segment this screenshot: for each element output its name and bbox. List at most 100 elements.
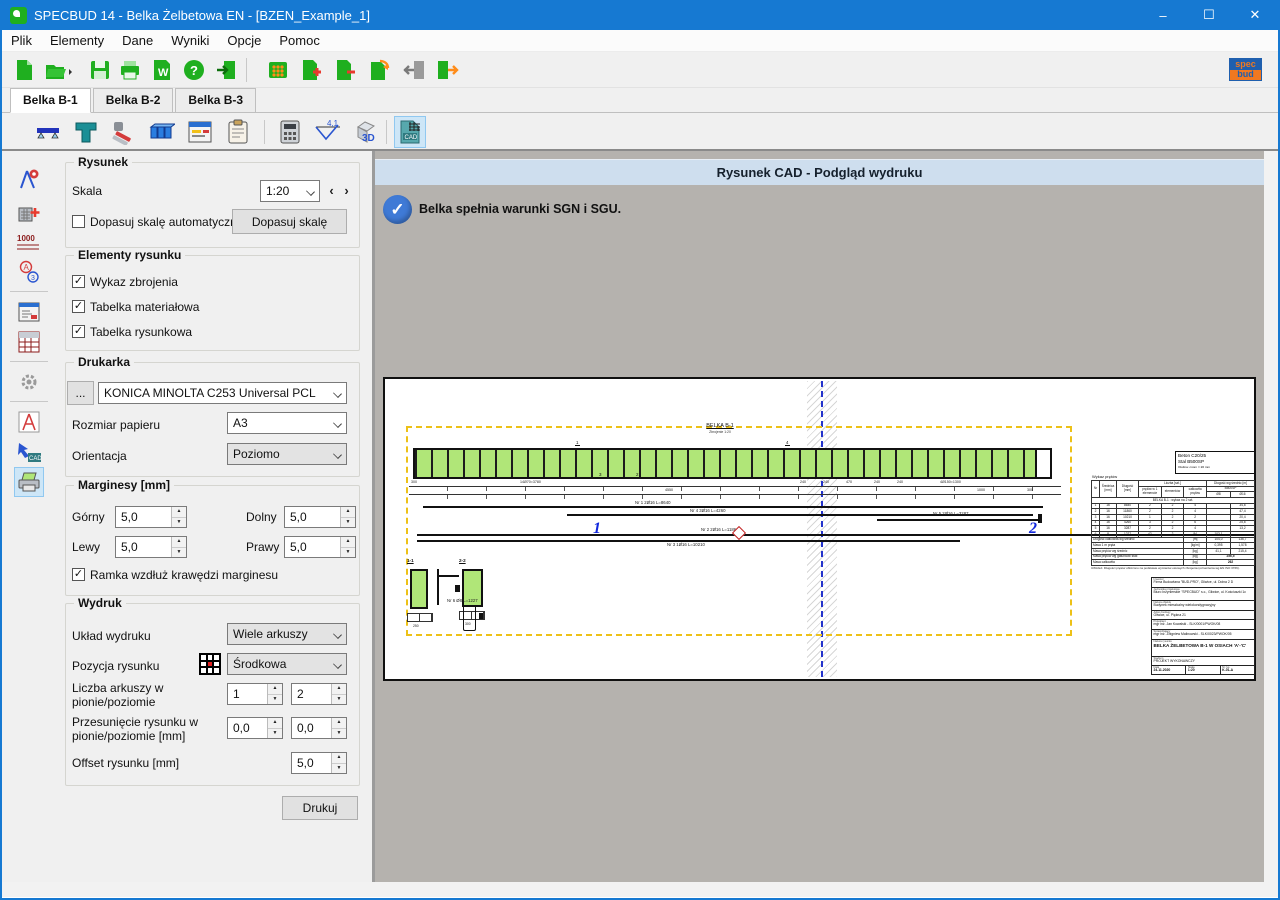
title-block-row: InwestorFirma Budowlana "BUD-PRO", Gliwi…	[1152, 578, 1254, 588]
position-grid-icon	[199, 653, 221, 675]
dimensions-button[interactable]: 1000	[14, 227, 44, 257]
minimize-button[interactable]: –	[1140, 0, 1186, 30]
geometry-button[interactable]	[32, 116, 64, 148]
materials-button[interactable]	[108, 116, 140, 148]
cad-drawing-button[interactable]: CAD	[394, 116, 426, 148]
results-diagram-button[interactable]: 4,1	[312, 116, 344, 148]
sheets-vertical-spinner[interactable]: 1▲▼	[227, 683, 283, 705]
next-element-button[interactable]	[434, 56, 462, 84]
menu-elementy[interactable]: Elementy	[41, 31, 113, 50]
print-preview-sheet[interactable]: BELKA B-1 Zbrojenie 1:20 1 4 3 2 300 14Ø…	[383, 377, 1256, 681]
copy-element-button[interactable]	[366, 56, 394, 84]
offset-spinner[interactable]: 5,0▲▼	[291, 752, 347, 774]
labels-icon: A3	[17, 260, 41, 284]
rebar-schedule-note: UWAGA: Długości prętów obliczono na pods…	[1091, 567, 1255, 571]
svg-text:4,1: 4,1	[327, 119, 339, 128]
fit-scale-button[interactable]: Dopasuj skalę	[232, 209, 347, 234]
margin-left-spinner[interactable]: 5,0▲▼	[115, 536, 187, 558]
svg-text:W: W	[158, 67, 169, 79]
margin-top-label: Górny	[72, 510, 105, 524]
rebar-table-button[interactable]	[14, 327, 44, 357]
margin-right-spinner[interactable]: 5,0▲▼	[284, 536, 356, 558]
drawing-window-button[interactable]	[14, 297, 44, 327]
shift-vertical-spinner[interactable]: 0,0▲▼	[227, 717, 283, 739]
next-element-icon	[436, 59, 460, 81]
printer-combo[interactable]: KONICA MINOLTA C253 Universal PCL	[98, 382, 347, 404]
export-word-button[interactable]: W	[148, 56, 176, 84]
drawing-settings-button[interactable]	[14, 165, 44, 195]
svg-text:A: A	[24, 263, 30, 272]
section-button[interactable]	[70, 116, 102, 148]
tabelka-rysunkowa-checkbox[interactable]	[72, 325, 85, 338]
menu-plik[interactable]: Plik	[2, 31, 41, 50]
menu-opcje[interactable]: Opcje	[218, 31, 270, 50]
cad-export-button[interactable]: CAD	[14, 437, 44, 467]
drawing-title-block: InwestorFirma Budowlana "BUD-PRO", Gliwi…	[1151, 577, 1255, 675]
close-button[interactable]: ✕	[1232, 0, 1278, 30]
orientation-combo[interactable]: Poziomo	[227, 443, 347, 465]
shift-horizontal-spinner[interactable]: 0,0▲▼	[291, 717, 347, 739]
add-drawing-button[interactable]	[14, 197, 44, 227]
help-icon: ?	[183, 59, 205, 81]
rebar-line	[423, 506, 1043, 508]
paper-size-combo[interactable]: A3	[227, 412, 347, 434]
sheets-horizontal-spinner[interactable]: 2▲▼	[291, 683, 347, 705]
print-preview-button[interactable]	[14, 467, 44, 497]
tab-belka-b1[interactable]: Belka B-1	[10, 88, 91, 113]
section-mark: 3	[598, 472, 603, 478]
margin-bottom-label: Dolny	[246, 510, 277, 524]
new-file-button[interactable]	[10, 56, 38, 84]
print-button[interactable]	[116, 56, 144, 84]
dimension-line	[409, 486, 1061, 491]
spin-down-icon: ▼	[332, 728, 346, 739]
loads-dialog-button[interactable]	[184, 116, 216, 148]
group-rysunek-title: Rysunek	[74, 155, 132, 169]
menu-pomoc[interactable]: Pomoc	[270, 31, 328, 50]
menu-wyniki[interactable]: Wyniki	[162, 31, 218, 50]
dimension-text: 240	[874, 480, 880, 484]
tabelka-materialowa-checkbox[interactable]	[72, 300, 85, 313]
compass-gear-icon	[17, 168, 41, 192]
labels-button[interactable]: A3	[14, 257, 44, 287]
tabelka-rysunkowa-label: Tabelka rysunkowa	[90, 325, 192, 339]
svg-text:CAD: CAD	[405, 135, 418, 141]
dimension-text: 240	[897, 480, 903, 484]
table-sum-row: Masa całkowita[kg]262	[1092, 560, 1255, 566]
auto-scale-checkbox[interactable]	[72, 215, 85, 228]
calculation-button[interactable]	[274, 116, 306, 148]
exit-button[interactable]	[212, 56, 240, 84]
maximize-button[interactable]: ☐	[1186, 0, 1232, 30]
save-button[interactable]	[86, 56, 114, 84]
print-button-main[interactable]: Drukuj	[282, 796, 358, 820]
wykaz-zbrojenia-checkbox[interactable]	[72, 275, 85, 288]
skala-combo[interactable]: 1:20	[260, 180, 320, 202]
add-element-button[interactable]	[298, 56, 326, 84]
spin-down-icon: ▼	[341, 517, 355, 528]
remove-element-button[interactable]	[332, 56, 360, 84]
layout-combo[interactable]: Wiele arkuszy	[227, 623, 347, 645]
view-3d-button[interactable]: 3D	[350, 116, 382, 148]
group-elementy-title: Elementy rysunku	[74, 248, 185, 262]
position-combo[interactable]: Środkowa	[227, 653, 347, 675]
open-file-button[interactable]	[42, 56, 78, 84]
elements-list-button[interactable]	[264, 56, 292, 84]
menu-dane[interactable]: Dane	[113, 31, 162, 50]
tab-belka-b2[interactable]: Belka B-2	[93, 88, 174, 112]
spans-3d-button[interactable]	[146, 116, 178, 148]
section-mark: 1	[575, 440, 580, 446]
margin-bottom-spinner[interactable]: 5,0▲▼	[284, 506, 356, 528]
frame-checkbox[interactable]	[72, 568, 85, 581]
skala-prev-button[interactable]: ‹	[325, 181, 338, 201]
drawing-tools-button[interactable]	[14, 407, 44, 437]
previous-element-button[interactable]	[400, 56, 428, 84]
notes-button[interactable]	[222, 116, 254, 148]
settings-button[interactable]	[14, 367, 44, 397]
tab-belka-b3[interactable]: Belka B-3	[175, 88, 256, 112]
help-button[interactable]: ?	[180, 56, 208, 84]
cad-export-icon: CAD	[16, 440, 42, 464]
printer-browse-button[interactable]: ...	[67, 381, 94, 405]
margin-top-spinner[interactable]: 5,0▲▼	[115, 506, 187, 528]
frame-label: Ramka wzdłuż krawędzi marginesu	[90, 568, 278, 582]
spin-down-icon: ▼	[332, 763, 346, 774]
skala-next-button[interactable]: ›	[340, 181, 353, 201]
